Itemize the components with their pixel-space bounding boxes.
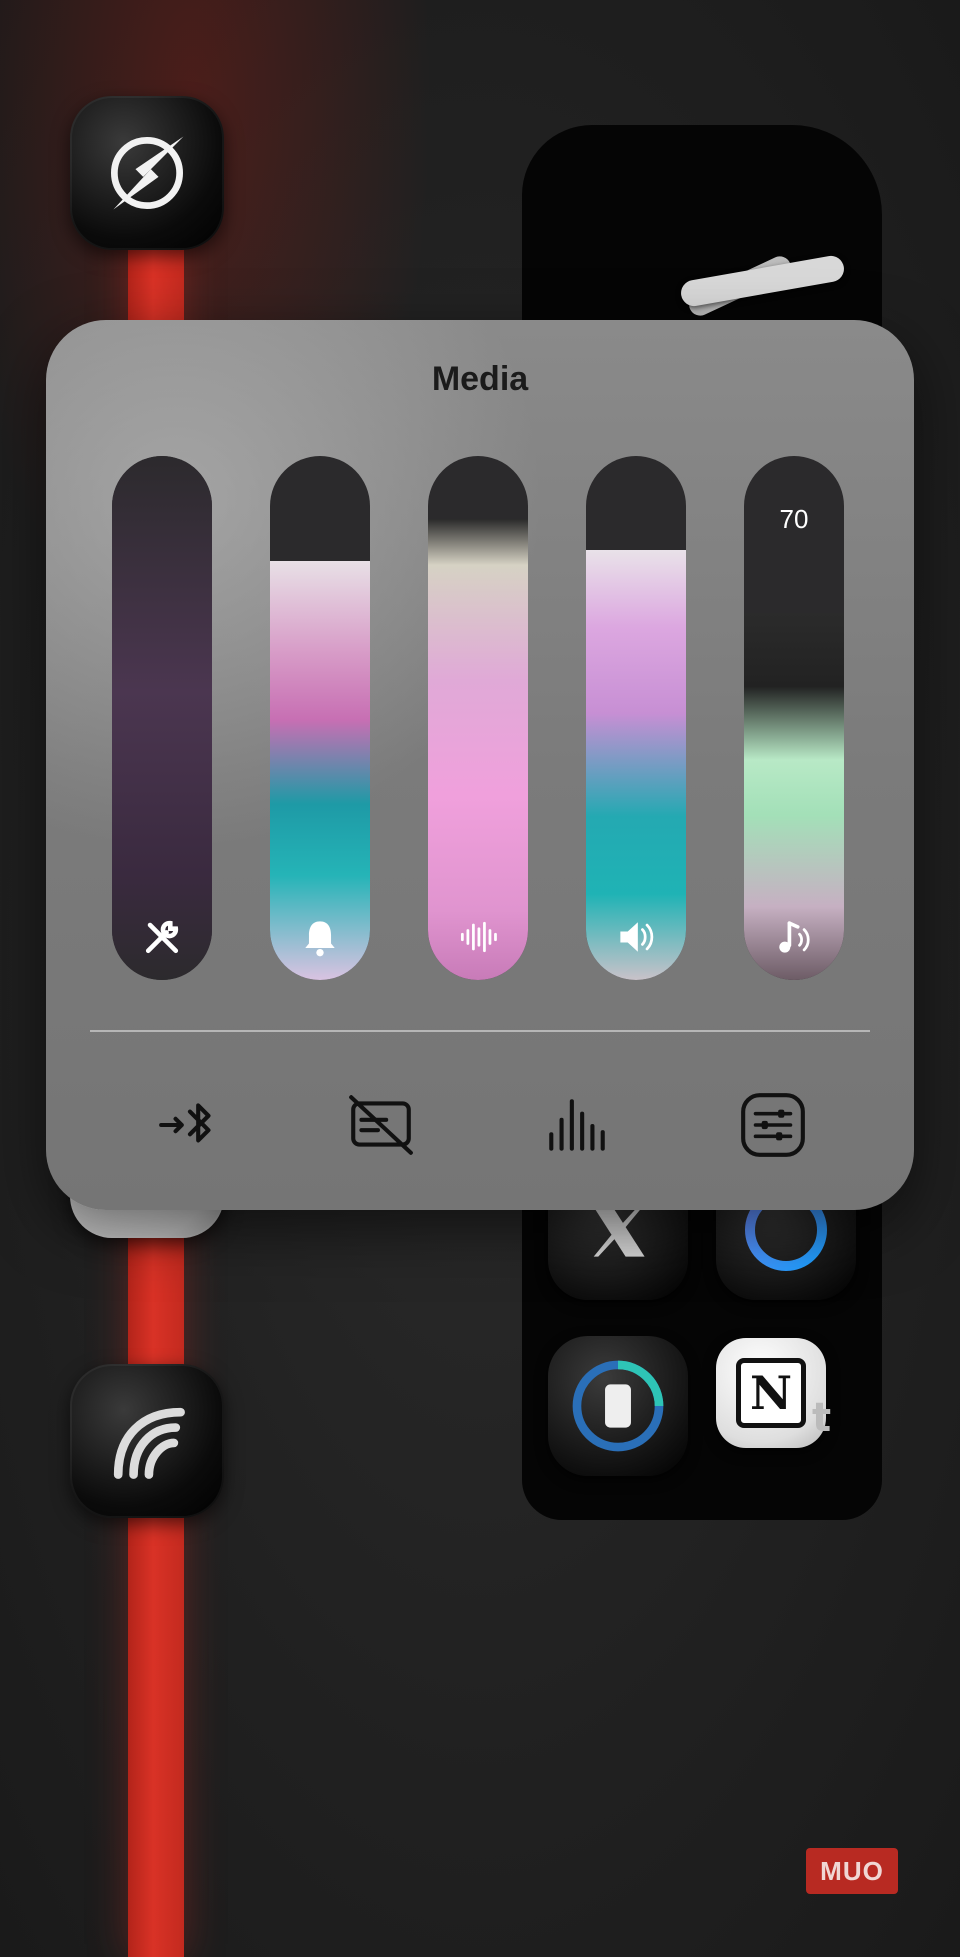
accessibility-tools-icon (145, 920, 179, 954)
bluetooth-button[interactable] (146, 1080, 236, 1170)
compass-icon (111, 136, 184, 210)
captions-off-icon (349, 1095, 413, 1155)
equalizer-button[interactable] (532, 1080, 622, 1170)
voice-slider[interactable] (428, 456, 528, 980)
bell-icon (305, 921, 335, 957)
muo-watermark: MUO (806, 1848, 898, 1894)
panel-divider (90, 1030, 870, 1032)
panel-title: Media (431, 360, 529, 398)
media-volume-value: 70 (779, 504, 809, 534)
notion-logo-icon: N (736, 1358, 806, 1428)
sliders-settings-icon (741, 1093, 805, 1157)
media-volume-panel: Media 70 (46, 320, 914, 1210)
audio-settings-button[interactable] (728, 1080, 818, 1170)
phone-battery-icon (572, 1360, 664, 1452)
compass-app[interactable] (70, 96, 224, 250)
speaker-slider[interactable] (586, 456, 686, 980)
music-note-icon (779, 921, 810, 953)
speaker-volume-icon (620, 922, 654, 952)
battery-widget-app[interactable] (548, 1336, 688, 1476)
signal-arcs-icon (113, 1407, 185, 1479)
bluetooth-connect-icon (159, 1103, 211, 1143)
partial-app-label: t (812, 1395, 832, 1441)
accessibility-slider[interactable] (112, 456, 212, 980)
ringer-slider[interactable] (270, 456, 370, 980)
media-volume-slider[interactable]: 70 (744, 456, 844, 980)
captions-button[interactable] (336, 1080, 426, 1170)
audio-waveform-icon (460, 921, 497, 953)
notion-app[interactable]: N (716, 1338, 826, 1448)
signal-app[interactable] (70, 1364, 224, 1518)
equalizer-icon (549, 1099, 605, 1151)
